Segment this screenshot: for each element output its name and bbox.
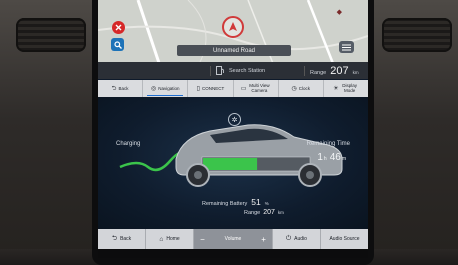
search-station-button[interactable]: Search Station	[216, 66, 265, 75]
range-unit: km	[277, 210, 284, 215]
dashboard-left	[0, 0, 98, 265]
tab-label: Display Mode	[342, 83, 358, 93]
volume-up-button[interactable]: +	[261, 235, 266, 244]
remaining-time-label: Remaining Time	[306, 141, 350, 147]
charging-range: Range 207 km	[244, 209, 284, 216]
battery-fill	[203, 158, 258, 170]
camera-icon: ▭	[240, 86, 247, 92]
volume-label: Volume	[224, 236, 242, 242]
map-poi-icon: ◆	[336, 9, 342, 16]
display-mode-icon: ☀	[333, 86, 339, 92]
home-label: Home	[166, 236, 180, 242]
search-station-label: Search Station	[229, 67, 266, 74]
tab-navigation[interactable]: ◎ Navigation	[143, 80, 189, 97]
charging-station-bar: Search Station Range 207 km	[98, 62, 368, 79]
top-tab-bar: ⮌ Back ◎ Navigation ▯ CONNECT ▭ Multi Vi…	[98, 80, 368, 97]
back-icon: ⮌	[111, 85, 117, 92]
map-menu-button[interactable]	[339, 41, 354, 53]
back-button[interactable]: ⮌ Back	[98, 229, 147, 249]
power-icon: ⏻	[285, 235, 292, 242]
air-vent-right	[382, 18, 452, 52]
battery-percent: 51	[251, 197, 261, 207]
dashboard-right	[370, 0, 458, 265]
remaining-battery-label: Remaining Battery	[202, 201, 248, 207]
divider	[210, 66, 211, 76]
navigation-map[interactable]: ◆ Unnamed Road	[98, 0, 368, 66]
clock-icon: ◷	[291, 86, 297, 92]
audio-label: Audio	[294, 236, 307, 242]
audio-source-button[interactable]: Audio Source	[321, 229, 368, 249]
map-search-button[interactable]	[111, 38, 124, 51]
navigation-arrow-icon	[229, 22, 237, 31]
bottom-control-bar: ⮌ Back ⌂ Home − Volume + ⏻ Audio Audio S…	[98, 229, 368, 249]
navigation-icon: ◎	[151, 86, 157, 92]
screen-bottom-edge	[98, 249, 368, 258]
current-road-name: Unnamed Road	[177, 45, 291, 56]
volume-down-button[interactable]: −	[200, 235, 205, 244]
tab-label: Navigation	[158, 86, 180, 91]
air-vent-left	[16, 18, 86, 52]
battery-unit: %	[264, 201, 269, 206]
search-icon	[113, 40, 122, 49]
remaining-battery: Remaining Battery 51 %	[202, 197, 269, 207]
infotainment-screen: ◆ Unnamed Road Search Station Range 207 …	[98, 0, 368, 258]
tab-display-mode[interactable]: ☀ Display Mode	[324, 80, 368, 97]
close-icon	[115, 24, 122, 31]
phone-icon: ▯	[196, 86, 200, 92]
charging-status-panel: ✲ Charging Remaining Time 1 h 46 m Remai…	[98, 97, 368, 229]
range-unit: km	[352, 70, 359, 75]
vehicle-position-marker	[222, 16, 244, 38]
back-icon: ⮌	[111, 234, 118, 242]
home-button[interactable]: ⌂ Home	[146, 229, 195, 249]
tab-label: Multi View Camera	[249, 83, 270, 93]
divider	[304, 66, 305, 76]
range-value: 207	[263, 209, 275, 216]
home-icon: ⌂	[159, 235, 164, 243]
menu-icon	[342, 44, 351, 50]
charging-station-icon	[216, 66, 224, 75]
hours-unit: h	[323, 156, 327, 162]
tab-multi-view-camera[interactable]: ▭ Multi View Camera	[234, 80, 279, 97]
remaining-time-value: 1 h 46 m	[317, 152, 346, 163]
tab-label: CONNECT	[201, 86, 225, 91]
range-value: 207	[330, 65, 349, 77]
tab-connect[interactable]: ▯ CONNECT	[188, 80, 234, 97]
remaining-minutes: 46	[329, 152, 341, 163]
remaining-hours: 1	[317, 152, 323, 163]
tab-clock[interactable]: ◷ Clock	[279, 80, 324, 97]
tab-label: Back	[118, 86, 129, 91]
climate-fan-icon[interactable]: ✲	[228, 113, 241, 126]
range-label: Range	[244, 210, 261, 216]
range-readout: Range 207 km	[310, 65, 359, 77]
tab-label: Clock	[298, 86, 311, 91]
tab-back[interactable]: ⮌ Back	[98, 80, 144, 97]
audio-button[interactable]: ⏻ Audio	[273, 229, 321, 249]
range-label: Range	[310, 70, 327, 76]
audio-source-label: Audio Source	[329, 236, 360, 242]
minutes-unit: m	[341, 156, 346, 162]
close-map-button[interactable]	[112, 21, 125, 34]
back-label: Back	[120, 236, 132, 242]
volume-control: − Volume +	[194, 229, 273, 249]
charging-status-label: Charging	[116, 141, 141, 147]
